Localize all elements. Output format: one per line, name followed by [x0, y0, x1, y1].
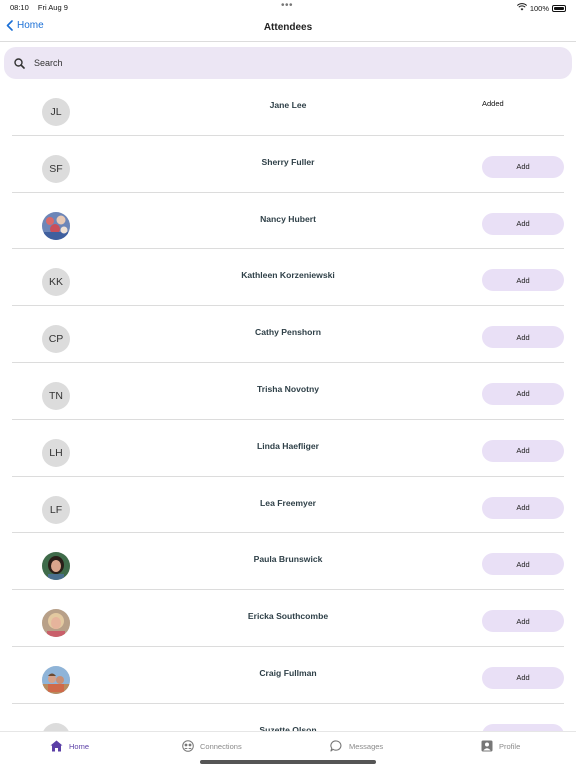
avatar: [42, 609, 70, 638]
attendee-name: Cathy Penshorn: [255, 327, 321, 338]
home-indicator[interactable]: [200, 760, 376, 764]
avatar: LH: [42, 438, 70, 467]
search-icon: [14, 57, 25, 69]
status-bar: 08:10 Fri Aug 9 ••• 100%: [0, 0, 576, 14]
tab-messages[interactable]: Messages: [330, 740, 383, 752]
attendee-row[interactable]: JL Jane Lee Added: [0, 79, 576, 136]
status-right: 100%: [516, 3, 566, 13]
attendee-row[interactable]: KK Kathleen Korzeniewski Add: [0, 249, 576, 307]
attendee-row[interactable]: LF Lea Freemyer Add: [0, 477, 576, 534]
navigation-bar: Home Attendees: [0, 14, 576, 42]
avatar: [42, 211, 70, 240]
status-time: 08:10: [10, 3, 29, 12]
add-button[interactable]: Add: [482, 269, 564, 292]
avatar: JL: [42, 98, 70, 126]
avatar: CP: [42, 325, 70, 354]
profile-icon: [481, 740, 493, 752]
attendee-name: Nancy Hubert: [260, 213, 316, 224]
status-date: Fri Aug 9: [37, 3, 68, 12]
attendee-row[interactable]: Paula Brunswick Add: [0, 533, 576, 591]
avatar: [42, 665, 70, 694]
avatar: TN: [42, 381, 70, 410]
attendee-name: Ericka Southcombe: [247, 611, 329, 622]
battery-percent: 100%: [529, 3, 549, 13]
add-button[interactable]: Add: [482, 723, 564, 731]
tab-profile[interactable]: Profile: [481, 740, 520, 752]
attendee-row[interactable]: TN Trisha Novotny Add: [0, 363, 576, 420]
attendee-name: Lea Freemyer: [260, 497, 316, 508]
avatar: LF: [42, 495, 70, 524]
attendee-row[interactable]: SF Sherry Fuller Add: [0, 136, 576, 193]
tab-profile-label: Profile: [499, 741, 521, 751]
attendee-row[interactable]: Craig Fullman Add: [0, 647, 576, 704]
add-button[interactable]: Add: [482, 382, 564, 405]
attendee-row[interactable]: Nancy Hubert Add: [0, 193, 576, 250]
attendee-name: Paula Brunswick: [253, 554, 323, 565]
attendee-row[interactable]: CP Cathy Penshorn Add: [0, 306, 576, 363]
tab-home-label: Home: [69, 741, 90, 751]
attendee-row[interactable]: Suzette OlsonAdd: [0, 704, 576, 731]
avatar: [42, 552, 70, 581]
add-button[interactable]: Add: [482, 439, 564, 462]
status-left: 08:10 Fri Aug 9: [10, 3, 75, 12]
attendee-name: Linda Haefliger: [256, 440, 320, 451]
attendee-name: Trisha Novotny: [256, 383, 320, 394]
attendee-name: Sherry Fuller: [261, 156, 315, 167]
attendee-row[interactable]: LH Linda Haefliger Add: [0, 420, 576, 477]
avatar: SF: [42, 154, 70, 183]
attendee-row[interactable]: Ericka Southcombe Add: [0, 590, 576, 647]
wifi-icon: [516, 3, 527, 13]
attendee-list[interactable]: JL Jane Lee Added SF Sherry Fuller Add Nancy H…: [0, 79, 576, 731]
tab-connections-label: Connections: [200, 741, 242, 751]
messages-icon: [330, 740, 342, 752]
home-icon: [50, 740, 63, 752]
search-input[interactable]: [34, 58, 534, 68]
avatar: [42, 722, 70, 731]
add-button[interactable]: Add: [482, 212, 564, 235]
search-bar[interactable]: [4, 47, 572, 79]
add-button[interactable]: Add: [482, 610, 564, 633]
avatar: KK: [42, 268, 70, 297]
tab-messages-label: Messages: [349, 741, 384, 751]
add-button[interactable]: Add: [482, 553, 564, 576]
connections-icon: [182, 740, 194, 752]
add-button[interactable]: Add: [482, 326, 564, 349]
add-button[interactable]: Add: [482, 155, 564, 178]
page-title: Attendees: [263, 22, 313, 33]
add-button[interactable]: Add: [482, 666, 564, 689]
add-button[interactable]: Add: [482, 496, 564, 519]
added-status: Added: [482, 99, 504, 108]
attendee-name: Kathleen Korzeniewski: [241, 270, 335, 281]
battery-icon: [552, 4, 566, 12]
multitasking-dots-icon[interactable]: •••: [281, 0, 293, 12]
attendee-name: Craig Fullman: [259, 667, 317, 678]
tab-connections[interactable]: Connections: [182, 740, 242, 752]
attendee-name: Jane Lee: [269, 100, 307, 110]
tab-home[interactable]: Home: [50, 740, 89, 752]
